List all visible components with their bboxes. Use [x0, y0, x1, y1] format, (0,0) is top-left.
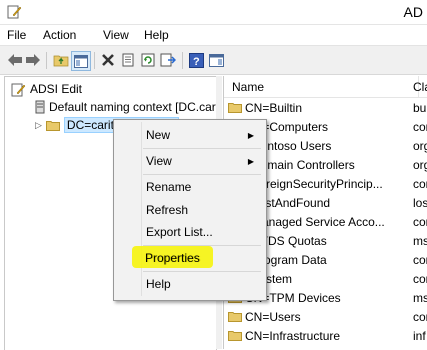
menu-bar: File Action View Help — [0, 25, 427, 45]
chevron-right-icon[interactable]: ▷ — [35, 120, 42, 131]
menu-action[interactable]: Action — [43, 28, 76, 42]
server-icon — [35, 100, 45, 114]
properties-sheet-icon[interactable] — [119, 51, 137, 69]
column-class-label: Cla — [413, 79, 427, 94]
folder-icon — [228, 312, 242, 322]
list-item-class: org — [413, 138, 427, 153]
menu-help[interactable]: Help — [144, 28, 169, 42]
svg-text:?: ? — [193, 56, 200, 68]
list-item-class: ms — [413, 233, 427, 248]
menu-view[interactable]: View — [103, 28, 129, 42]
menu-item-rename[interactable]: Rename — [146, 178, 191, 196]
title-bar: AD — [0, 0, 427, 25]
column-name-label: Name — [232, 79, 265, 94]
refresh-icon[interactable] — [139, 51, 157, 69]
adsi-edit-app-icon — [7, 5, 22, 19]
context-menu: New ▶ View ▶ Rename Refresh Export List.… — [113, 119, 267, 301]
back-arrow-icon[interactable] — [6, 51, 24, 69]
folder-icon — [228, 103, 242, 113]
tree-naming-context[interactable]: Default naming context [DC.car — [35, 98, 216, 116]
tree-root[interactable]: ADSI Edit — [11, 80, 82, 98]
list-item-class: con — [413, 309, 427, 324]
list-item-class: inf — [413, 328, 426, 343]
list-item-class: ms — [413, 290, 427, 305]
list-item-name: CN=Builtin — [245, 100, 303, 115]
window-title: AD — [403, 4, 423, 20]
show-action-pane-icon[interactable] — [207, 51, 225, 69]
toolbar: ? — [0, 45, 427, 75]
menu-item-export-list[interactable]: Export List... — [146, 223, 213, 241]
export-list-icon[interactable] — [159, 51, 177, 69]
up-folder-icon[interactable] — [52, 51, 70, 69]
show-hide-console-tree-icon[interactable] — [71, 51, 91, 71]
list-item-class: con — [413, 271, 427, 286]
help-icon[interactable]: ? — [187, 51, 205, 69]
list-item[interactable]: CN=Users — [228, 307, 301, 326]
tree-naming-context-label: Default naming context [DC.car — [49, 100, 216, 114]
submenu-arrow-icon: ▶ — [247, 130, 254, 140]
menu-item-properties-label: Properties — [145, 251, 200, 265]
folder-icon — [45, 120, 60, 131]
menu-item-refresh[interactable]: Refresh — [146, 201, 188, 219]
list-item-class: con — [413, 119, 427, 134]
tree-root-label: ADSI Edit — [30, 82, 83, 96]
menu-file[interactable]: File — [7, 28, 26, 42]
menu-item-help[interactable]: Help — [146, 275, 171, 293]
list-item-class: con — [413, 252, 427, 267]
list-item-class: org — [413, 157, 427, 172]
column-header-name[interactable]: Name — [224, 76, 419, 98]
submenu-arrow-icon: ▶ — [247, 156, 254, 166]
list-item-name: CN=Infrastructure — [245, 328, 341, 343]
menu-item-new[interactable]: New — [146, 126, 170, 144]
forward-arrow-icon[interactable] — [24, 51, 42, 69]
menu-item-view[interactable]: View — [146, 152, 172, 170]
list-item-class: bui — [413, 100, 427, 115]
adsi-edit-icon — [11, 83, 26, 96]
folder-icon — [228, 331, 242, 341]
delete-icon[interactable] — [99, 51, 117, 69]
list-item[interactable]: CN=Infrastructure — [228, 326, 340, 345]
list-item-class: con — [413, 214, 427, 229]
list-item-class: con — [413, 176, 427, 191]
list-item[interactable]: CN=Builtin — [228, 98, 302, 117]
list-item-class: los — [413, 195, 427, 210]
list-item-name: CN=Users — [245, 309, 301, 324]
column-header-class[interactable]: Cla — [411, 76, 427, 98]
